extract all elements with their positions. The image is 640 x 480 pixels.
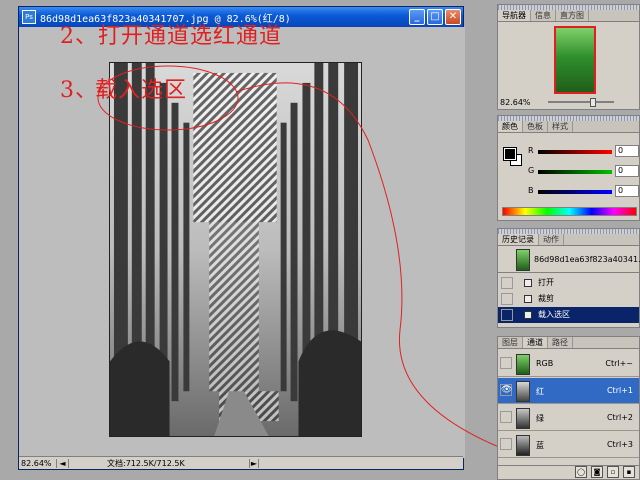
status-nav-icon[interactable]: ◄: [57, 458, 69, 468]
channels-tabs: 图层 通道 路径: [498, 337, 639, 349]
channel-shortcut: Ctrl+3: [606, 440, 633, 449]
tab-swatches[interactable]: 色板: [523, 121, 548, 132]
history-source-box[interactable]: [501, 309, 513, 321]
channel-thumbnail: [516, 408, 530, 429]
save-selection-icon[interactable]: ◙: [591, 466, 603, 478]
slider-red-value[interactable]: 0: [615, 145, 639, 157]
history-item-label: 载入选区: [538, 310, 570, 319]
history-source-box[interactable]: [501, 277, 513, 289]
channel-name: 绿: [536, 414, 544, 423]
slider-green: G 0: [528, 165, 639, 180]
navigator-zoom-thumb[interactable]: [590, 98, 596, 107]
visibility-box[interactable]: [500, 411, 512, 423]
history-item[interactable]: 裁剪: [498, 291, 639, 307]
history-item-label: 裁剪: [538, 294, 554, 303]
new-channel-icon[interactable]: ▫: [607, 466, 619, 478]
slider-red: R 0: [528, 145, 639, 160]
history-snapshot[interactable]: 86d98d1ea63f823a40341...: [498, 247, 640, 273]
slider-red-label: R: [528, 146, 534, 155]
selection-icon: [524, 311, 532, 319]
tab-layers[interactable]: 图层: [498, 337, 523, 348]
tab-navigator[interactable]: 导航器: [498, 10, 531, 21]
history-snapshot-thumbnail: [516, 249, 530, 271]
visibility-box[interactable]: [500, 438, 512, 450]
tab-info[interactable]: 信息: [531, 10, 556, 21]
document-icon: [524, 279, 532, 287]
eye-icon[interactable]: 👁: [500, 384, 512, 396]
navigator-zoom-value[interactable]: 82.64%: [500, 98, 531, 107]
channel-shortcut: Ctrl+2: [606, 413, 633, 422]
slider-blue-label: B: [528, 186, 534, 195]
tab-channels[interactable]: 通道: [523, 337, 548, 348]
tab-styles[interactable]: 样式: [548, 121, 573, 132]
channel-shortcut: Ctrl+1: [606, 386, 633, 395]
slider-blue-track[interactable]: [538, 190, 612, 194]
color-tabs: 颜色 色板 样式: [498, 121, 639, 133]
navigator-palette: 导航器 信息 直方图 82.64%: [497, 4, 640, 110]
tab-histogram[interactable]: 直方图: [556, 10, 589, 21]
channel-thumbnail: [516, 354, 530, 375]
navigator-tabs: 导航器 信息 直方图: [498, 10, 639, 22]
history-palette: 历史记录 动作 86d98d1ea63f823a40341... 打开 裁剪 载…: [497, 228, 640, 328]
visibility-box[interactable]: [500, 357, 512, 369]
history-tabs: 历史记录 动作: [498, 234, 639, 246]
slider-red-track[interactable]: [538, 150, 612, 154]
status-doc-size: 文档:712.5K/712.5K: [107, 458, 185, 468]
history-item-label: 打开: [538, 278, 554, 287]
status-zoom[interactable]: 82.64%: [19, 458, 57, 468]
channel-thumbnail: [516, 435, 530, 456]
channel-shortcut: Ctrl+~: [605, 359, 633, 368]
channel-name: 红: [536, 387, 544, 396]
slider-green-track[interactable]: [538, 170, 612, 174]
tab-history[interactable]: 历史记录: [498, 234, 539, 245]
history-snapshot-label: 86d98d1ea63f823a40341...: [534, 255, 640, 264]
tab-paths[interactable]: 路径: [548, 337, 573, 348]
navigator-zoom-slider[interactable]: [548, 101, 614, 103]
channel-row-blue[interactable]: 蓝 Ctrl+3: [498, 432, 639, 458]
foreground-color-swatch[interactable]: [503, 147, 517, 161]
channel-name: RGB: [536, 359, 554, 368]
document-statusbar: 82.64% ◄ 文档:712.5K/712.5K ►: [19, 456, 463, 469]
annotation-step2: 2、打开通道选红通道: [60, 24, 282, 49]
tab-color[interactable]: 颜色: [498, 121, 523, 132]
channel-name: 蓝: [536, 441, 544, 450]
channels-palette: 图层 通道 路径 RGB Ctrl+~ 👁 红 Ctrl+1 绿 Ctrl+2 …: [497, 336, 640, 480]
crop-icon: [524, 295, 532, 303]
maximize-button[interactable]: □: [427, 9, 443, 25]
navigator-preview[interactable]: [554, 26, 596, 94]
slider-green-label: G: [528, 166, 535, 175]
load-selection-icon[interactable]: ◯: [575, 466, 587, 478]
close-button[interactable]: ✕: [445, 9, 461, 25]
color-palette: 颜色 色板 样式 R 0 G 0 B 0: [497, 115, 640, 221]
annotation-step3-prefix: 3、: [60, 78, 98, 103]
channel-row-green[interactable]: 绿 Ctrl+2: [498, 405, 639, 431]
minimize-button[interactable]: _: [409, 9, 425, 25]
history-item-active[interactable]: 载入选区: [498, 307, 639, 323]
color-spectrum-ramp[interactable]: [502, 207, 637, 216]
channel-row-red[interactable]: 👁 红 Ctrl+1: [498, 378, 639, 404]
tab-actions[interactable]: 动作: [539, 234, 564, 245]
slider-green-value[interactable]: 0: [615, 165, 639, 177]
slider-blue: B 0: [528, 185, 639, 200]
channel-row-rgb[interactable]: RGB Ctrl+~: [498, 351, 639, 377]
channels-bottom-bar: ◯ ◙ ▫ ▪: [498, 465, 639, 479]
window-controls: _ □ ✕: [409, 9, 461, 25]
annotation-step3-text: 载入选区: [95, 78, 188, 103]
status-menu-arrow-icon[interactable]: ►: [249, 458, 259, 468]
history-source-box[interactable]: [501, 293, 513, 305]
trash-icon[interactable]: ▪: [623, 466, 635, 478]
document-image[interactable]: [109, 62, 362, 437]
channel-thumbnail: [516, 381, 530, 402]
slider-blue-value[interactable]: 0: [615, 185, 639, 197]
history-item[interactable]: 打开: [498, 275, 639, 291]
photoshop-app-icon: Ps: [22, 10, 36, 24]
